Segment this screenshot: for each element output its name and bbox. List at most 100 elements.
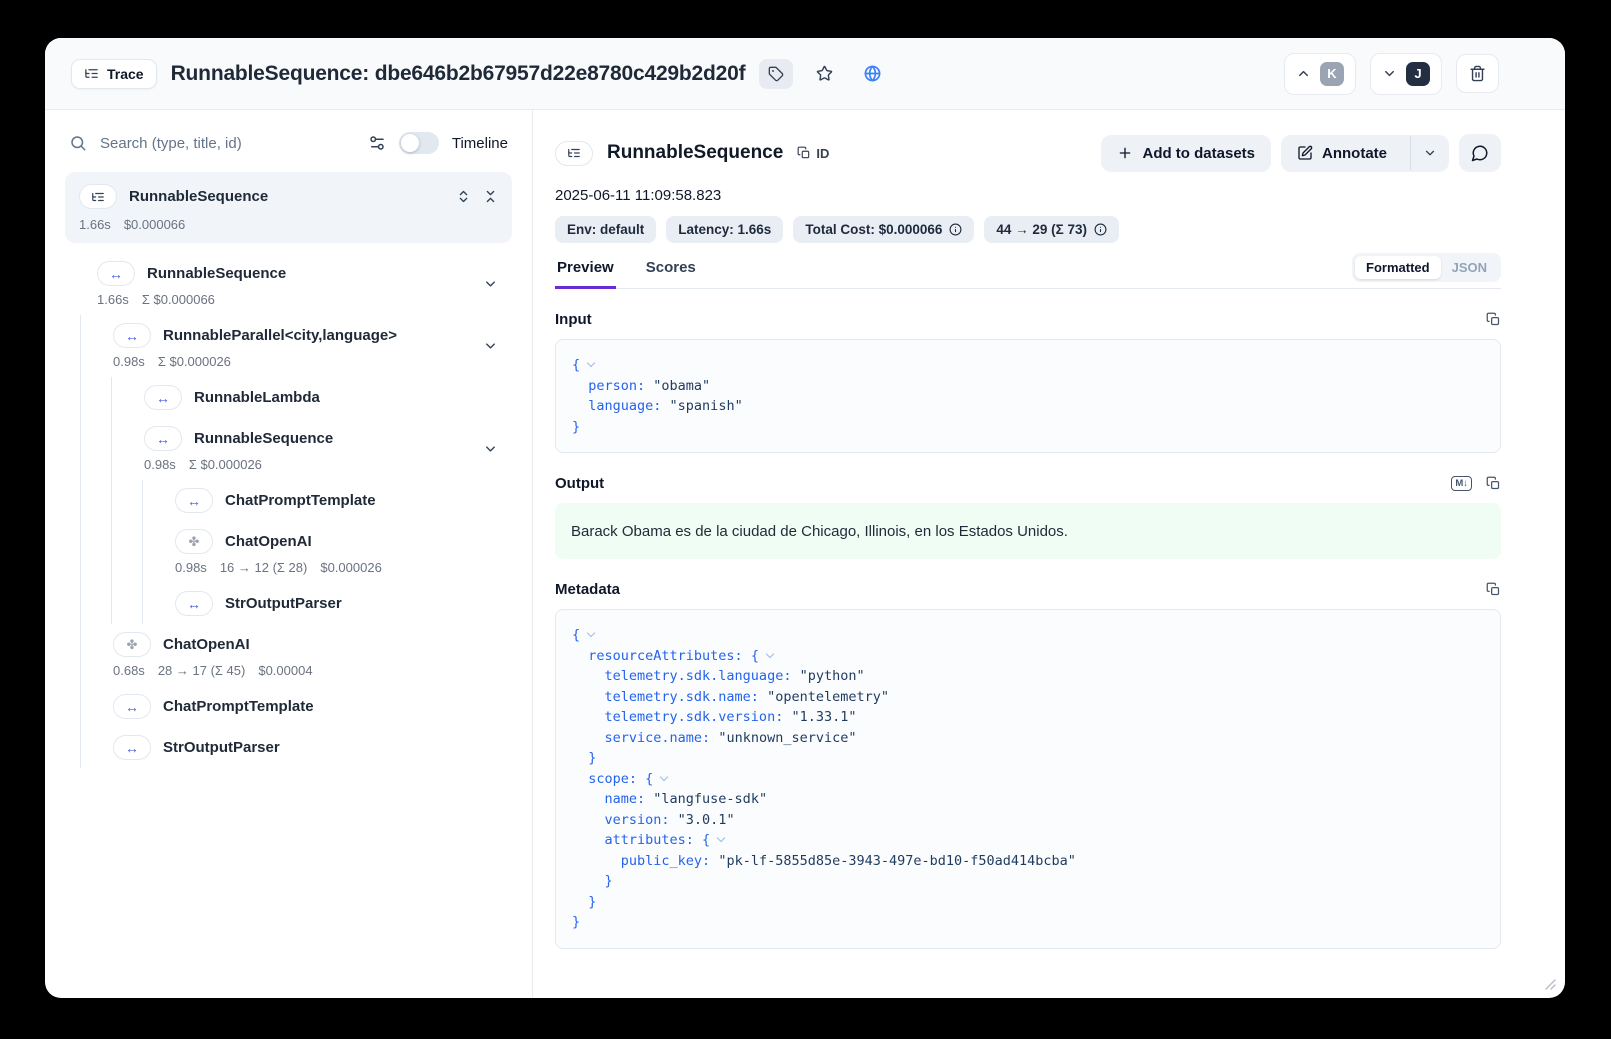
star-icon	[816, 65, 833, 82]
window-body: Timeline RunnableSequence 1.66s$0.000066	[45, 110, 1565, 998]
span-icon: ↔	[144, 385, 182, 410]
trace-type-badge: Trace	[71, 59, 157, 89]
generation-icon: ✤	[113, 632, 151, 657]
comments-button[interactable]	[1459, 134, 1501, 172]
page-title: RunnableSequence: dbe646b2b67957d22e8780…	[171, 62, 746, 86]
copy-icon[interactable]	[1486, 582, 1501, 597]
format-json[interactable]: JSON	[1441, 256, 1498, 279]
output-text: Barack Obama es de la ciudad de Chicago,…	[555, 503, 1501, 559]
avatar: K	[1320, 62, 1344, 86]
collapse-all-icon[interactable]	[483, 189, 498, 204]
tab-scores[interactable]: Scores	[644, 259, 698, 288]
copy-icon	[797, 146, 811, 160]
node-name: RunnableLambda	[194, 389, 320, 406]
chat-bubble-icon	[1471, 144, 1489, 162]
span-tree: ↔RunnableSequence1.66sΣ $0.000066↔Runnab…	[65, 253, 512, 768]
tree-node[interactable]: ↔RunnableSequence1.66sΣ $0.000066	[65, 253, 512, 315]
chevron-up-icon	[1296, 66, 1311, 81]
span-icon: ↔	[97, 261, 135, 286]
node-name: StrOutputParser	[225, 595, 342, 612]
collapse-chevron-icon[interactable]	[717, 834, 725, 842]
tree-branch: ↔RunnableParallel<city,language>0.98sΣ $…	[80, 315, 512, 768]
format-toggle: Formatted JSON	[1352, 253, 1501, 282]
public-share-button[interactable]	[855, 59, 889, 89]
span-icon: ↔	[144, 426, 182, 451]
trace-detail-panel: RunnableSequence ID Add to datasets Anno…	[533, 110, 1565, 998]
collapse-chevron-icon[interactable]	[766, 649, 774, 657]
format-formatted[interactable]: Formatted	[1355, 256, 1441, 279]
search-input[interactable]	[100, 135, 355, 152]
add-to-datasets-button[interactable]: Add to datasets	[1101, 135, 1271, 172]
delete-trace-button[interactable]	[1456, 54, 1499, 93]
tree-node[interactable]: ↔ StrOutputParser	[143, 583, 512, 624]
tree-branch: ↔ RunnableLambda ↔RunnableSequence0.98sΣ $…	[111, 377, 512, 624]
chevron-down-icon[interactable]	[483, 442, 498, 457]
annotate-button[interactable]: Annotate	[1281, 135, 1401, 172]
filter-sliders-icon[interactable]	[368, 134, 386, 152]
next-trace-button[interactable]: J	[1370, 53, 1442, 95]
node-metrics: 0.98sΣ $0.000026	[144, 457, 472, 472]
list-tree-icon	[84, 66, 99, 81]
span-icon: ↔	[175, 591, 213, 616]
tab-preview[interactable]: Preview	[555, 259, 616, 289]
input-section-header: Input	[555, 311, 1501, 328]
span-icon: ↔	[113, 735, 151, 760]
total-cost-badge[interactable]: Total Cost: $0.000066	[793, 216, 974, 243]
tag-button[interactable]	[759, 59, 793, 89]
tree-node[interactable]: ↔ChatPromptTemplate	[143, 480, 512, 521]
chevron-down-icon[interactable]	[483, 277, 498, 292]
plus-icon	[1117, 145, 1133, 161]
tree-node[interactable]: ↔ ChatPromptTemplate	[81, 686, 512, 727]
detail-title-row: RunnableSequence ID Add to datasets Anno…	[555, 134, 1501, 172]
node-metrics: 1.66sΣ $0.000066	[97, 292, 472, 307]
node-name: ChatPromptTemplate	[163, 698, 314, 715]
latency-badge: Latency: 1.66s	[666, 216, 783, 243]
trace-root-card[interactable]: RunnableSequence 1.66s$0.000066	[65, 172, 512, 243]
prev-trace-button[interactable]: K	[1284, 53, 1356, 95]
resize-handle-icon[interactable]	[1545, 979, 1556, 990]
input-label: Input	[555, 311, 592, 328]
markdown-toggle-icon[interactable]: M↓	[1451, 476, 1472, 492]
bookmark-star-button[interactable]	[807, 59, 841, 89]
token-usage-badge[interactable]: 44 → 29 (Σ 73)	[984, 216, 1119, 243]
copy-icon[interactable]	[1486, 312, 1501, 327]
env-badge: Env: default	[555, 216, 656, 243]
timeline-toggle[interactable]	[399, 132, 439, 154]
node-name: ChatOpenAI	[163, 636, 250, 653]
span-icon: ↔	[113, 694, 151, 719]
detail-tabs: Preview Scores Formatted JSON	[555, 259, 1501, 289]
trace-timestamp: 2025-06-11 11:09:58.823	[555, 187, 1501, 204]
collapse-chevron-icon[interactable]	[587, 629, 595, 637]
trace-icon	[79, 184, 117, 209]
tag-icon	[768, 66, 784, 82]
trash-icon	[1469, 65, 1486, 82]
node-name: StrOutputParser	[163, 739, 280, 756]
info-icon	[949, 223, 962, 236]
generation-icon: ✤	[175, 529, 213, 554]
annotate-dropdown-button[interactable]	[1410, 136, 1449, 170]
trace-badge-label: Trace	[107, 66, 144, 82]
output-section-header: Output M↓	[555, 475, 1501, 492]
tree-node[interactable]: ✤ChatOpenAI0.98s16 → 12 (Σ 28)$0.000026	[143, 521, 512, 583]
trace-icon	[555, 141, 593, 166]
tree-node[interactable]: ✤ChatOpenAI0.68s28 → 17 (Σ 45)$0.00004	[81, 624, 512, 686]
detail-title: RunnableSequence	[607, 142, 783, 164]
timeline-label: Timeline	[452, 135, 508, 152]
tree-node[interactable]: ↔ RunnableLambda	[112, 377, 512, 418]
collapse-chevron-icon[interactable]	[587, 359, 595, 367]
copy-id-button[interactable]: ID	[797, 146, 829, 161]
chevron-down-icon	[1423, 146, 1437, 160]
expand-all-icon[interactable]	[456, 189, 471, 204]
tree-node[interactable]: ↔RunnableSequence0.98sΣ $0.000026	[112, 418, 512, 480]
collapse-chevron-icon[interactable]	[660, 772, 668, 780]
tree-node[interactable]: ↔RunnableParallel<city,language>0.98sΣ $…	[81, 315, 512, 377]
chevron-down-icon	[1382, 66, 1397, 81]
copy-icon[interactable]	[1486, 476, 1501, 491]
span-icon: ↔	[113, 323, 151, 348]
tree-node[interactable]: ↔ StrOutputParser	[81, 727, 512, 768]
badge-row: Env: default Latency: 1.66s Total Cost: …	[555, 216, 1501, 243]
metadata-section-header: Metadata	[555, 581, 1501, 598]
annotate-split-button: Annotate	[1281, 135, 1449, 172]
node-metrics: 0.98sΣ $0.000026	[113, 354, 472, 369]
chevron-down-icon[interactable]	[483, 339, 498, 354]
